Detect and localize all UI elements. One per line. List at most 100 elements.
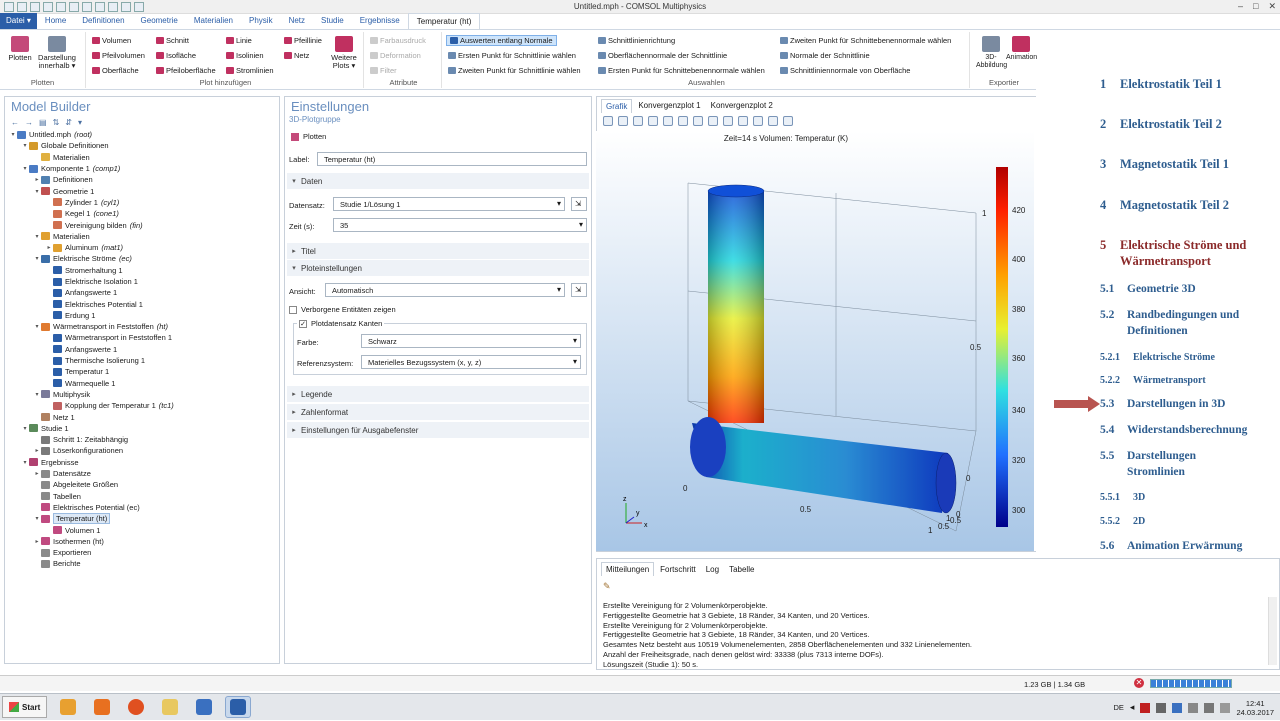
tree-node[interactable]: ▾ Studie 1: [9, 423, 277, 434]
tab-materialien[interactable]: Materialien: [186, 13, 241, 29]
plot-action-button[interactable]: Plotten: [291, 132, 326, 141]
tree-node[interactable]: Temperatur 1: [9, 366, 277, 377]
frame-checkbox[interactable]: ✓ Plotdatensatz Kanten: [297, 319, 385, 328]
taskbar-app-outlook[interactable]: [55, 696, 81, 718]
tab-konvergenzplot-2[interactable]: Konvergenzplot 2: [707, 99, 777, 113]
toc-entry[interactable]: 1 Elektrostatik Teil 1: [1100, 76, 1222, 92]
tree-toggle-icon[interactable]: ▸: [33, 176, 41, 183]
minimize-icon[interactable]: –: [1238, 1, 1243, 12]
export-3d-button[interactable]: 3D-Abbildung: [976, 36, 1007, 70]
tree-node[interactable]: ▸ Definitionen: [9, 174, 277, 185]
view-xy-icon[interactable]: [678, 116, 688, 126]
add-arrow-volume-button[interactable]: Pfeilvolumen: [92, 51, 145, 60]
tree-node[interactable]: ▾ Untitled.mph (root): [9, 129, 277, 140]
tray-app-icon[interactable]: [1140, 702, 1151, 713]
camera-icon[interactable]: [768, 116, 778, 126]
tab-mitteilungen[interactable]: Mitteilungen: [601, 562, 655, 576]
label-field[interactable]: Temperatur (ht): [317, 152, 587, 166]
cancel-icon[interactable]: ✕: [1134, 678, 1144, 688]
tree-node[interactable]: ▾ Komponente 1 (comp1): [9, 163, 277, 174]
tree-node[interactable]: Exportieren: [9, 547, 277, 558]
tree-node[interactable]: Schritt 1: Zeitabhängig: [9, 434, 277, 445]
tray-app-icon[interactable]: [1156, 702, 1167, 713]
tree-node[interactable]: ▾ Globale Definitionen: [9, 140, 277, 151]
expand-icon[interactable]: ⇅: [53, 118, 60, 127]
clock[interactable]: 12:41 24.03.2017: [1236, 699, 1274, 717]
tree-node[interactable]: ▾ Wärmetransport in Feststoffen (ht): [9, 321, 277, 332]
toc-entry[interactable]: 5.5.2 2D: [1100, 514, 1145, 530]
tree-node[interactable]: Erdung 1: [9, 310, 277, 321]
second-point-cutline-button[interactable]: Zweiten Punkt für Schnittlinie wählen: [448, 66, 581, 75]
view-3d-icon[interactable]: [723, 116, 733, 126]
tree-node[interactable]: Abgeleitete Größen: [9, 479, 277, 490]
tree-node[interactable]: Kopplung der Temperatur 1 (tc1): [9, 400, 277, 411]
close-icon[interactable]: ✕: [1268, 1, 1276, 12]
surface-normal-cutline-button[interactable]: Oberflächennormale der Schnittlinie: [598, 51, 727, 60]
add-arrow-line-button[interactable]: Pfeillinie: [284, 36, 322, 45]
toc-entry[interactable]: 5.2.1 Elektrische Ströme: [1100, 350, 1215, 366]
add-line-button[interactable]: Linie: [226, 36, 252, 45]
section-titel[interactable]: ▸ Titel: [287, 243, 589, 259]
tree-node[interactable]: Berichte: [9, 558, 277, 569]
toc-entry[interactable]: 5.3 Darstellungen in 3D: [1100, 396, 1225, 412]
first-point-cutplane-button[interactable]: Ersten Punkt für Schnittebenennormale wä…: [598, 66, 765, 75]
view-zx-icon[interactable]: [708, 116, 718, 126]
wireframe-icon[interactable]: [753, 116, 763, 126]
deformation-button[interactable]: Deformation: [370, 51, 421, 60]
tray-expand-icon[interactable]: ◂: [1130, 702, 1135, 713]
tree-node[interactable]: Vereinigung bilden (fin): [9, 219, 277, 230]
cutline-normal-button[interactable]: Normale der Schnittlinie: [780, 51, 870, 60]
toc-entry[interactable]: 5 Elektrische Ströme und Wärmetransport: [1100, 237, 1246, 269]
network-tray-icon[interactable]: [1188, 702, 1199, 713]
tab-grafik[interactable]: Grafik: [601, 99, 633, 113]
tab-log[interactable]: Log: [702, 563, 723, 576]
tree-toggle-icon[interactable]: ▾: [33, 188, 41, 195]
tab-netz[interactable]: Netz: [281, 13, 313, 29]
cutline-normal-surface-button[interactable]: Schnittliniennormale von Oberfläche: [780, 66, 910, 75]
tab-tabelle[interactable]: Tabelle: [725, 563, 758, 576]
language-indicator[interactable]: DE: [1114, 703, 1124, 712]
tree-toggle-icon[interactable]: ▾: [21, 459, 29, 466]
tab-studie[interactable]: Studie: [313, 13, 352, 29]
view-yz-icon[interactable]: [693, 116, 703, 126]
tree-toggle-icon[interactable]: ▾: [33, 233, 41, 240]
toc-entry[interactable]: 5.2 Randbedingungen und Definitionen: [1100, 307, 1239, 339]
tab-physik[interactable]: Physik: [241, 13, 281, 29]
toc-entry[interactable]: 5.2.2 Wärmetransport: [1100, 373, 1206, 389]
add-volume-button[interactable]: Volumen: [92, 36, 131, 45]
tree-node[interactable]: ▾ Geometrie 1: [9, 185, 277, 196]
section-ploteinstellungen[interactable]: ▾ Ploteinstellungen: [287, 260, 589, 276]
axis-icon[interactable]: [663, 116, 673, 126]
add-mesh-button[interactable]: Netz: [284, 51, 309, 60]
tree-node[interactable]: Stromerhaltung 1: [9, 265, 277, 276]
animation-button[interactable]: Animation: [1006, 36, 1037, 62]
add-arrow-surface-button[interactable]: Pfeiloberfläche: [156, 66, 216, 75]
tree-toggle-icon[interactable]: ▾: [33, 323, 41, 330]
tree-node[interactable]: Anfangswerte 1: [9, 287, 277, 298]
tab-fortschritt[interactable]: Fortschritt: [656, 563, 700, 576]
taskbar-app-comsol[interactable]: [225, 696, 252, 718]
tree-node[interactable]: ▸ Aluminum (mat1): [9, 242, 277, 253]
hidden-entities-checkbox[interactable]: Verborgene Entitäten zeigen: [289, 305, 396, 314]
tree-node[interactable]: ▾ Materialien: [9, 231, 277, 242]
dataset-goto-icon[interactable]: ⇲: [571, 197, 587, 211]
taskbar-app-media[interactable]: [89, 696, 115, 718]
tree-node[interactable]: ▾ Elektrische Ströme (ec): [9, 253, 277, 264]
tree-toggle-icon[interactable]: ▾: [33, 515, 41, 522]
tree-toggle-icon[interactable]: ▸: [45, 244, 53, 251]
tree-node[interactable]: Materialien: [9, 152, 277, 163]
tree-node[interactable]: Anfangswerte 1: [9, 344, 277, 355]
section-legende[interactable]: ▸ Legende: [287, 386, 589, 402]
tree-node[interactable]: Wärmetransport in Feststoffen 1: [9, 332, 277, 343]
options-icon[interactable]: ▾: [78, 118, 82, 127]
tree-node[interactable]: Netz 1: [9, 411, 277, 422]
add-isolines-button[interactable]: Isolinien: [226, 51, 264, 60]
zoom-extents-icon[interactable]: [648, 116, 658, 126]
tree-node[interactable]: ▸ Datensätze: [9, 468, 277, 479]
evaluate-normal-button[interactable]: Auswerten entlang Normale: [446, 35, 557, 46]
tree-node[interactable]: Thermische Isolierung 1: [9, 355, 277, 366]
tree-node[interactable]: ▾ Multiphysik: [9, 389, 277, 400]
time-select[interactable]: 35: [333, 218, 587, 232]
back-icon[interactable]: ←: [11, 118, 19, 127]
view-goto-icon[interactable]: ⇲: [571, 283, 587, 297]
